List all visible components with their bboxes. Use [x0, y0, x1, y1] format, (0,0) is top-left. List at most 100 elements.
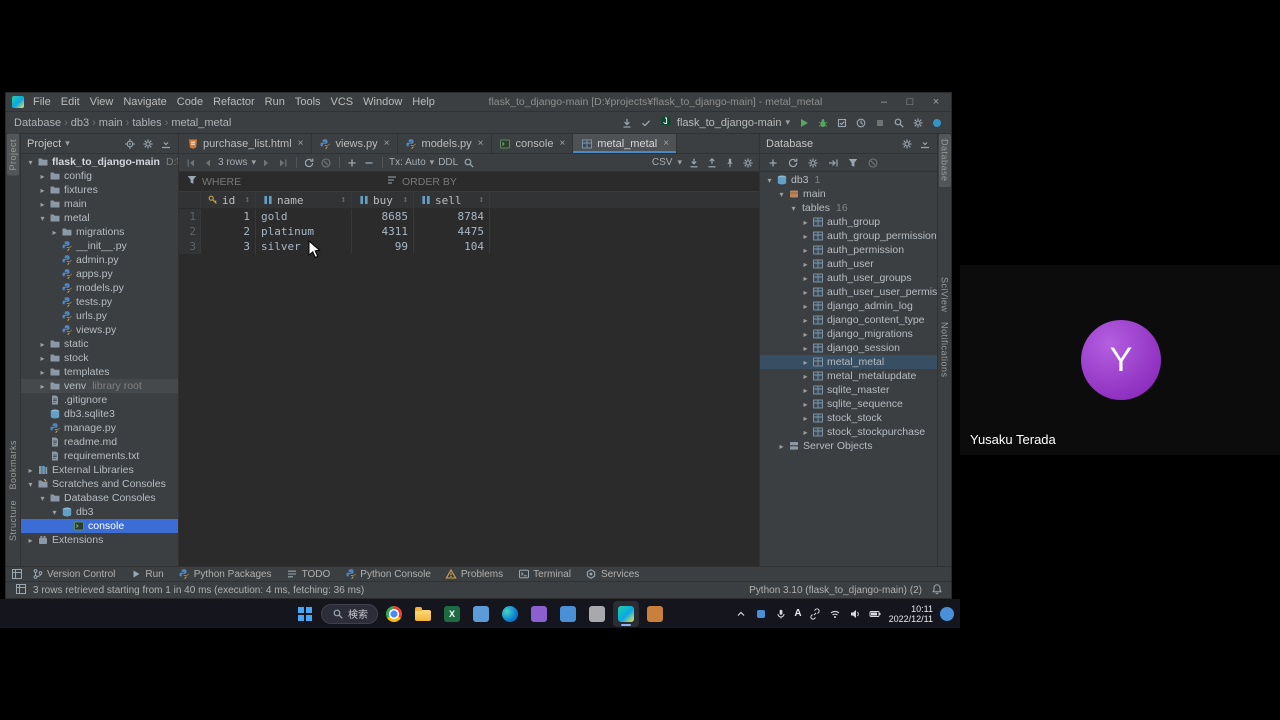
- database-item-auth-user-groups[interactable]: ▸auth_user_groups: [760, 271, 937, 285]
- tree-collapse-icon[interactable]: ▾: [37, 494, 48, 503]
- delete-row-icon[interactable]: [363, 157, 376, 169]
- taskbar-app-pycharm[interactable]: [613, 601, 639, 627]
- taskbar-app-app-purple[interactable]: [526, 601, 552, 627]
- project-panel-title[interactable]: Project: [27, 138, 61, 150]
- database-item-metal-metalupdate[interactable]: ▸metal_metalupdate: [760, 369, 937, 383]
- database-item-stock-stock[interactable]: ▸stock_stock: [760, 411, 937, 425]
- stop-icon[interactable]: [873, 117, 886, 129]
- maximize-button[interactable]: □: [897, 96, 923, 108]
- column-header-name[interactable]: name↕: [256, 192, 352, 208]
- taskbar-app-app-blue[interactable]: [468, 601, 494, 627]
- editor-tab-models-py[interactable]: models.py×: [398, 134, 492, 153]
- project-item-templates[interactable]: ▸templates: [21, 365, 178, 379]
- tree-expand-icon[interactable]: ▸: [37, 368, 48, 377]
- plus-icon[interactable]: [766, 157, 779, 169]
- cell-sell[interactable]: 104: [414, 239, 490, 254]
- search-everywhere-icon[interactable]: [892, 117, 905, 129]
- sort-icon[interactable]: ↕: [403, 195, 408, 205]
- project-item-database-consoles[interactable]: ▾Database Consoles: [21, 491, 178, 505]
- database-item-auth-user-user-permissions[interactable]: ▸auth_user_user_permissions: [760, 285, 937, 299]
- ddl-button[interactable]: DDL: [438, 157, 458, 168]
- tray-mic-icon[interactable]: [774, 608, 787, 620]
- gear-icon[interactable]: [141, 138, 154, 150]
- run-icon[interactable]: [797, 117, 810, 129]
- database-item-stock-stockpurchase[interactable]: ▸stock_stockpurchase: [760, 425, 937, 439]
- tool-window-services[interactable]: Services: [579, 567, 645, 581]
- project-item-extensions[interactable]: ▸Extensions: [21, 533, 178, 547]
- sort-icon[interactable]: ↕: [245, 195, 250, 205]
- project-item-stock[interactable]: ▸stock: [21, 351, 178, 365]
- database-item-db3[interactable]: ▾db31: [760, 173, 937, 187]
- project-item-admin-py[interactable]: admin.py: [21, 253, 178, 267]
- tool-window-python-console[interactable]: Python Console: [338, 567, 437, 581]
- settings-icon[interactable]: [911, 117, 924, 129]
- tool-window-run[interactable]: Run: [123, 567, 169, 581]
- locate-icon[interactable]: [123, 138, 136, 150]
- taskbar-clock[interactable]: 10:112022/12/11: [889, 604, 933, 624]
- tool-window-problems[interactable]: Problems: [439, 567, 509, 581]
- taskbar-app-file-explorer[interactable]: [410, 601, 436, 627]
- cell-buy[interactable]: 4311: [352, 224, 414, 239]
- cancel-icon[interactable]: [866, 157, 879, 169]
- funnel-icon[interactable]: [846, 157, 859, 169]
- menu-help[interactable]: Help: [407, 96, 440, 108]
- cell-id[interactable]: 3: [201, 239, 256, 254]
- menu-vcs[interactable]: VCS: [326, 96, 359, 108]
- menu-code[interactable]: Code: [172, 96, 208, 108]
- tool-stripe-database[interactable]: Database: [939, 134, 951, 187]
- cell-name[interactable]: gold: [256, 209, 352, 224]
- project-item-metal[interactable]: ▾metal: [21, 211, 178, 225]
- tree-expand-icon[interactable]: ▸: [800, 302, 811, 311]
- menu-tools[interactable]: Tools: [290, 96, 326, 108]
- taskbar-search[interactable]: 検索: [321, 604, 378, 624]
- notifications-icon[interactable]: [930, 117, 943, 129]
- tree-expand-icon[interactable]: ▸: [800, 330, 811, 339]
- editor-tab-console[interactable]: console×: [492, 134, 574, 153]
- project-item-config[interactable]: ▸config: [21, 169, 178, 183]
- minimize-button[interactable]: –: [871, 96, 897, 108]
- database-item-server-objects[interactable]: ▸Server Objects: [760, 439, 937, 453]
- tree-expand-icon[interactable]: ▸: [800, 218, 811, 227]
- project-item-models-py[interactable]: models.py: [21, 281, 178, 295]
- database-item-main[interactable]: ▾main: [760, 187, 937, 201]
- hide-icon[interactable]: [918, 138, 931, 150]
- database-item-sqlite-master[interactable]: ▸sqlite_master: [760, 383, 937, 397]
- tool-window-terminal[interactable]: Terminal: [511, 567, 577, 581]
- editor-tab-purchase-list-html[interactable]: purchase_list.html×: [179, 134, 312, 153]
- tool-stripe-sciview[interactable]: SciView: [939, 272, 951, 317]
- breadcrumb-database[interactable]: Database: [14, 117, 61, 129]
- tree-expand-icon[interactable]: ▸: [800, 414, 811, 423]
- tree-expand-icon[interactable]: ▸: [49, 228, 60, 237]
- tab-close-icon[interactable]: ×: [559, 138, 565, 149]
- export-data-icon[interactable]: [687, 157, 700, 169]
- menu-navigate[interactable]: Navigate: [118, 96, 171, 108]
- project-item-external-libraries[interactable]: ▸External Libraries: [21, 463, 178, 477]
- tray-chevron-up-icon[interactable]: [734, 608, 747, 620]
- database-item-auth-user[interactable]: ▸auth_user: [760, 257, 937, 271]
- tab-close-icon[interactable]: ×: [478, 138, 484, 149]
- breadcrumb-tables[interactable]: tables: [132, 117, 161, 129]
- menu-refactor[interactable]: Refactor: [208, 96, 260, 108]
- start-button[interactable]: [292, 601, 318, 627]
- project-item-apps-py[interactable]: apps.py: [21, 267, 178, 281]
- add-row-icon[interactable]: [346, 157, 359, 169]
- database-item-django-content-type[interactable]: ▸django_content_type: [760, 313, 937, 327]
- goto-icon[interactable]: [826, 157, 839, 169]
- tree-collapse-icon[interactable]: ▾: [25, 158, 36, 167]
- run-configuration-select[interactable]: flask_to_django-main ▾: [660, 115, 790, 130]
- tool-window-switcher-icon[interactable]: [10, 568, 23, 580]
- cell-name[interactable]: platinum: [256, 224, 352, 239]
- database-panel-title[interactable]: Database: [766, 138, 813, 150]
- tab-close-icon[interactable]: ×: [298, 138, 304, 149]
- tree-expand-icon[interactable]: ▸: [800, 316, 811, 325]
- project-item-venv[interactable]: ▸venvlibrary root: [21, 379, 178, 393]
- menu-file[interactable]: File: [28, 96, 56, 108]
- editor-tab-metal-metal[interactable]: metal_metal×: [573, 134, 677, 153]
- column-header-buy[interactable]: buy↕: [352, 192, 414, 208]
- cell-name[interactable]: silver: [256, 239, 352, 254]
- tree-expand-icon[interactable]: ▸: [800, 386, 811, 395]
- gear-icon[interactable]: [900, 138, 913, 150]
- hide-icon[interactable]: [159, 138, 172, 150]
- reload-data-icon[interactable]: [303, 157, 316, 169]
- notification-icon[interactable]: [940, 607, 954, 621]
